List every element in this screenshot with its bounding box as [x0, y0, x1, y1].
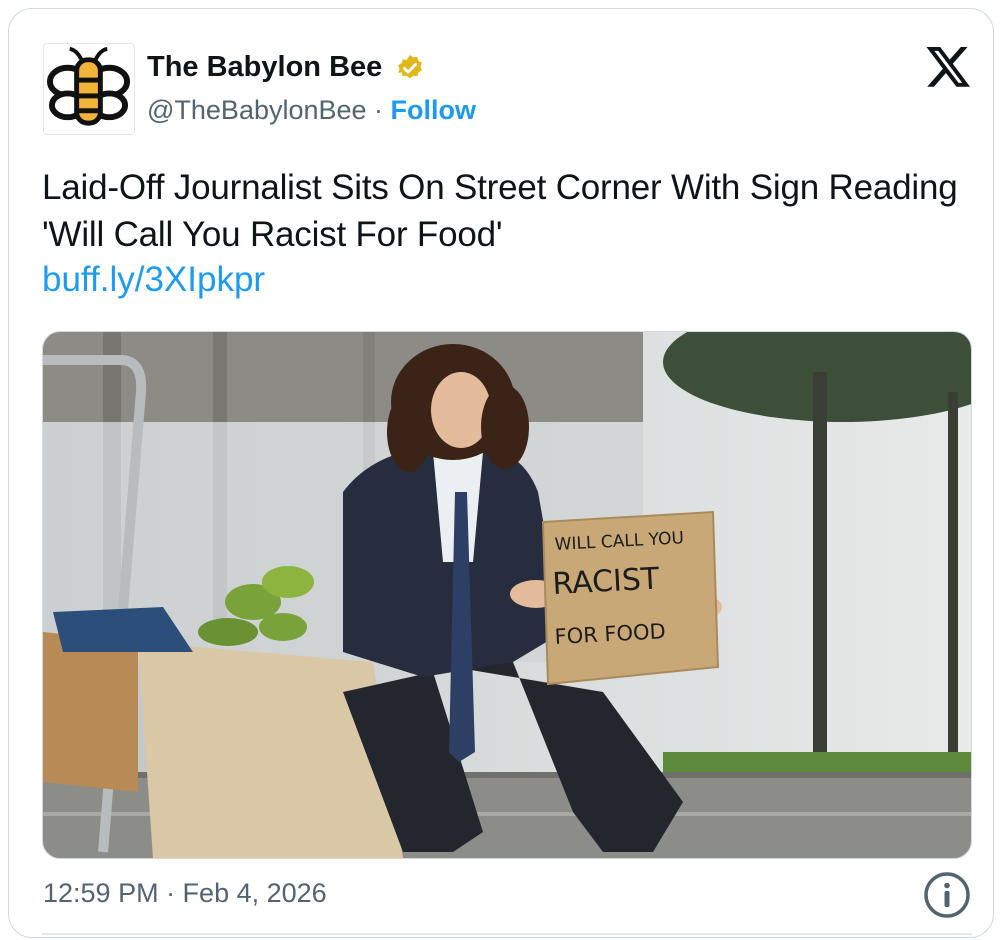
author-handle[interactable]: @TheBabylonBee [147, 95, 367, 125]
sign-line-2: RACIST [552, 561, 661, 602]
handle-row: @TheBabylonBee · Follow [147, 95, 476, 126]
tweet-timestamp[interactable]: 12:59 PM · Feb 4, 2026 [43, 878, 327, 909]
tweet-card: The Babylon Bee @TheBabylonBee · Follow … [8, 8, 994, 938]
follow-button[interactable]: Follow [391, 95, 476, 125]
author-name[interactable]: The Babylon Bee [147, 51, 382, 84]
tweet-image[interactable]: WILL CALL YOU RACIST FOR FOOD [42, 331, 972, 859]
info-icon[interactable] [923, 871, 971, 924]
photo-illustration: WILL CALL YOU RACIST FOR FOOD [43, 332, 971, 858]
tweet-link[interactable]: buff.ly/3XIpkpr [42, 260, 265, 300]
verified-badge-icon [395, 53, 425, 88]
tweet-headline: Laid-Off Journalist Sits On Street Corne… [42, 168, 958, 254]
bee-logo-icon [46, 46, 131, 126]
avatar[interactable] [43, 43, 135, 135]
footer-divider [42, 933, 972, 935]
separator-dot: · [366, 95, 391, 125]
x-logo-icon[interactable] [926, 47, 972, 94]
